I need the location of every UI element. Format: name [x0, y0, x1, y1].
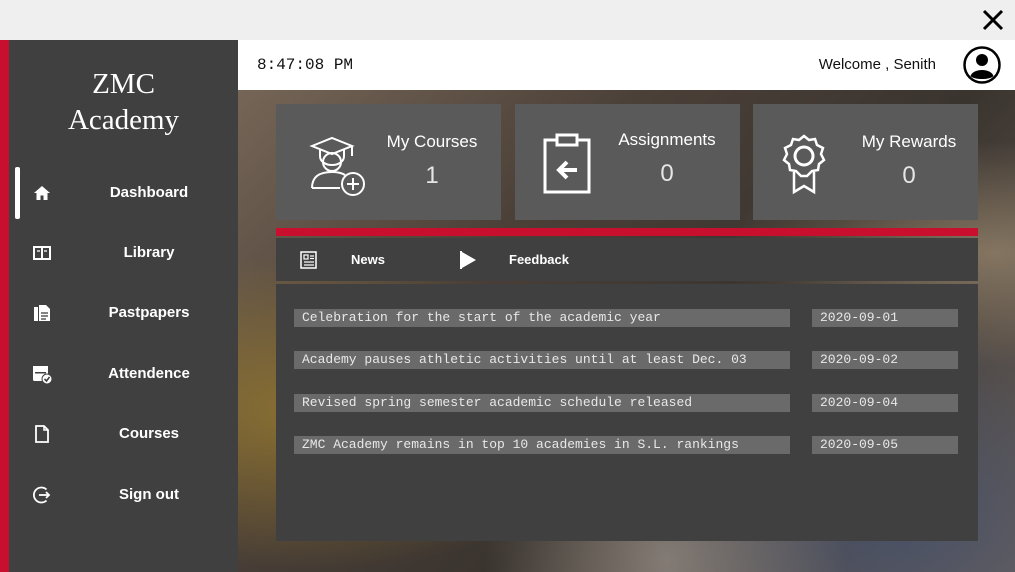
card-my-rewards[interactable]: My Rewards 0	[753, 104, 978, 220]
brand-line-2: Academy	[67, 104, 180, 136]
card-value: 1	[425, 162, 439, 189]
card-title: Assignments	[618, 130, 716, 149]
card-title: My Courses	[386, 132, 478, 151]
header-bar: 8:47:08 PM Welcome , Senith	[238, 40, 1015, 90]
news-title[interactable]: Academy pauses athletic activities until…	[294, 351, 790, 369]
news-date: 2020-09-05	[812, 436, 958, 454]
sidebar-item-dashboard[interactable]: Dashboard	[9, 167, 238, 219]
tab-bar: News Feedback	[276, 238, 978, 281]
tab-label: News	[351, 252, 385, 267]
sidebar: ZMC Academy Dashboard Library Pastpapers…	[9, 40, 238, 572]
card-value: 0	[902, 162, 916, 189]
tab-feedback[interactable]: Feedback	[454, 238, 604, 281]
news-title[interactable]: Revised spring semester academic schedul…	[294, 394, 790, 412]
news-title[interactable]: Celebration for the start of the academi…	[294, 309, 790, 327]
card-assignments[interactable]: Assignments 0	[515, 104, 740, 220]
sidebar-item-courses[interactable]: Courses	[9, 408, 238, 460]
card-my-courses[interactable]: My Courses 1	[276, 104, 501, 220]
sidebar-item-label: Attendence	[108, 365, 190, 382]
award-badge-icon	[782, 134, 826, 195]
news-item: Revised spring semester academic schedul…	[294, 394, 958, 412]
document-icon	[34, 305, 50, 321]
news-date: 2020-09-04	[812, 394, 958, 412]
accent-strip	[0, 40, 9, 572]
sidebar-item-label: Sign out	[119, 486, 179, 503]
sidebar-item-sign-out[interactable]: Sign out	[9, 469, 238, 521]
news-list: Celebration for the start of the academi…	[276, 284, 978, 541]
news-date: 2020-09-02	[812, 351, 958, 369]
calendar-check-icon	[33, 366, 53, 385]
sidebar-item-label: Courses	[118, 425, 180, 442]
home-icon	[34, 186, 50, 200]
file-icon	[35, 425, 49, 443]
graduate-add-icon	[309, 136, 365, 196]
news-title[interactable]: ZMC Academy remains in top 10 academies …	[294, 436, 790, 454]
news-item: Academy pauses athletic activities until…	[294, 351, 958, 369]
newspaper-icon	[300, 251, 317, 269]
card-title: My Rewards	[861, 132, 957, 151]
brand-line-1: ZMC	[92, 68, 155, 100]
sidebar-item-pastpapers[interactable]: Pastpapers	[9, 287, 238, 339]
app-window: ZMC Academy Dashboard Library Pastpapers…	[0, 40, 1015, 572]
divider-accent	[276, 228, 978, 236]
book-icon	[33, 246, 51, 260]
active-marker	[15, 167, 20, 219]
welcome-text: Welcome , Senith	[818, 56, 936, 73]
brand-logo: ZMC Academy	[9, 66, 238, 138]
news-item: ZMC Academy remains in top 10 academies …	[294, 436, 958, 454]
tab-news[interactable]: News	[296, 238, 426, 281]
flag-icon	[460, 251, 476, 269]
sidebar-item-label: Dashboard	[109, 184, 189, 201]
sign-out-icon	[33, 486, 51, 504]
sidebar-item-library[interactable]: Library	[9, 227, 238, 279]
news-item: Celebration for the start of the academi…	[294, 309, 958, 327]
user-avatar-icon[interactable]	[963, 46, 1001, 84]
title-bar	[0, 0, 1015, 40]
news-date: 2020-09-01	[812, 309, 958, 327]
close-icon[interactable]	[979, 6, 1007, 34]
tab-label: Feedback	[509, 252, 569, 267]
clipboard-icon	[543, 133, 591, 194]
sidebar-item-label: Pastpapers	[108, 304, 190, 321]
clock: 8:47:08 PM	[257, 56, 354, 74]
card-value: 0	[660, 160, 674, 187]
main-content: 8:47:08 PM Welcome , Senith My Courses 1…	[238, 40, 1015, 572]
sidebar-item-attendence[interactable]: Attendence	[9, 348, 238, 400]
sidebar-item-label: Library	[123, 244, 175, 261]
